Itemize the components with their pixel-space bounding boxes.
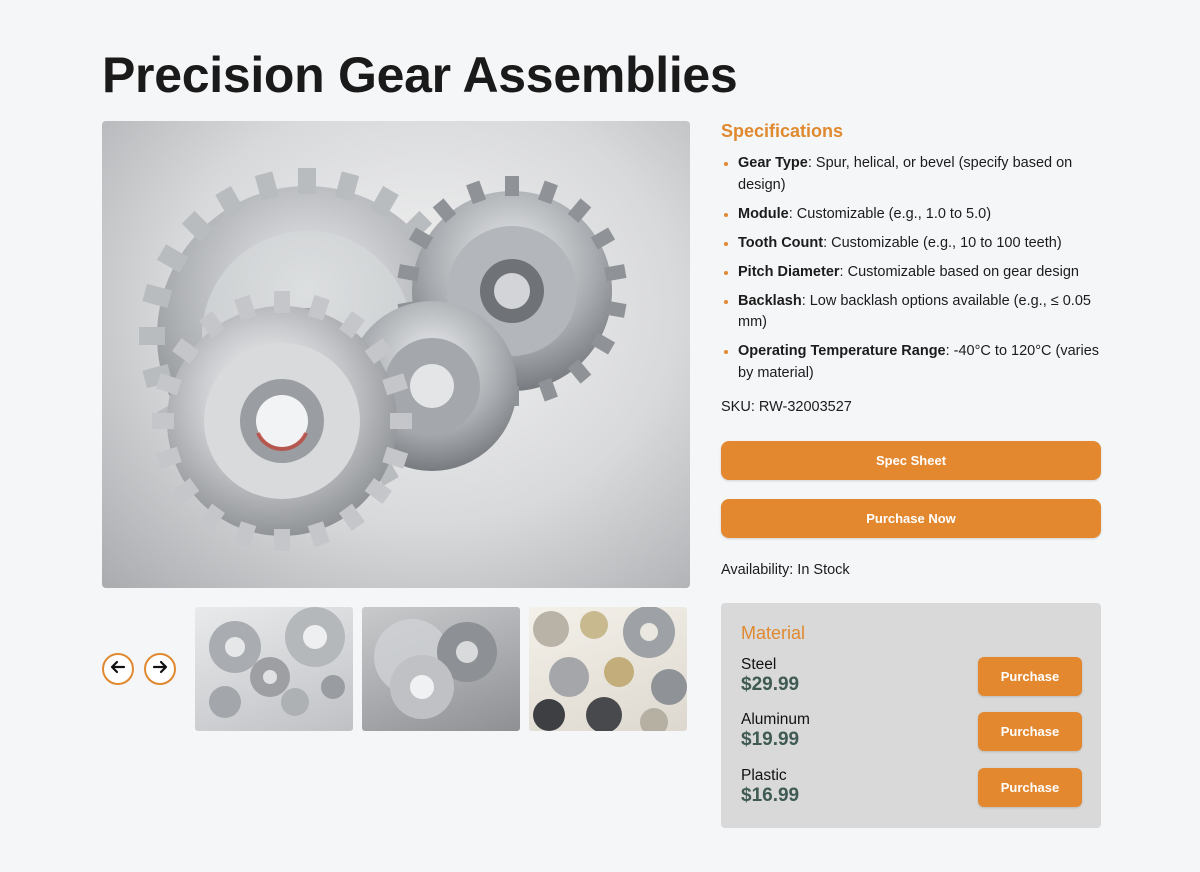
- material-name: Steel: [741, 656, 777, 673]
- material-option-plastic: Plastic $16.99 Purchase: [741, 767, 1082, 812]
- spec-sheet-button[interactable]: Spec Sheet: [721, 441, 1101, 480]
- arrow-left-icon: [109, 658, 127, 681]
- material-name: Plastic: [741, 767, 787, 784]
- thumbnail-1[interactable]: [195, 607, 353, 731]
- material-panel: Material Steel $29.99 Purchase Aluminum …: [721, 603, 1101, 828]
- material-price: $19.99: [741, 729, 800, 750]
- material-option-aluminum: Aluminum $19.99 Purchase: [741, 711, 1082, 756]
- material-option-steel: Steel $29.99 Purchase: [741, 656, 1082, 701]
- purchase-now-button[interactable]: Purchase Now: [721, 499, 1101, 538]
- spec-item-operating-temperature: Operating Temperature Range: -40°C to 12…: [721, 341, 1106, 384]
- spec-item-gear-type: Gear Type: Spur, helical, or bevel (spec…: [721, 153, 1106, 196]
- spec-item-tooth-count: Tooth Count: Customizable (e.g., 10 to 1…: [721, 233, 1106, 255]
- purchase-steel-button[interactable]: Purchase: [978, 657, 1082, 696]
- sku-text: SKU: RW-32003527: [721, 399, 852, 415]
- thumbnail-3[interactable]: [529, 607, 687, 731]
- arrow-right-icon: [151, 658, 169, 681]
- main-product-image: [102, 121, 690, 588]
- purchase-aluminum-button[interactable]: Purchase: [978, 712, 1082, 751]
- specifications-heading: Specifications: [721, 121, 844, 141]
- purchase-plastic-button[interactable]: Purchase: [978, 768, 1082, 807]
- material-price: $29.99: [741, 674, 800, 695]
- spec-item-backlash: Backlash: Low backlash options available…: [721, 291, 1106, 334]
- thumbnail-2[interactable]: [362, 607, 520, 731]
- spec-item-pitch-diameter: Pitch Diameter: Customizable based on ge…: [721, 262, 1106, 284]
- specifications-list: Gear Type: Spur, helical, or bevel (spec…: [721, 153, 1106, 392]
- carousel-prev-button[interactable]: [102, 653, 134, 685]
- spec-item-module: Module: Customizable (e.g., 1.0 to 5.0): [721, 204, 1106, 226]
- material-price: $16.99: [741, 785, 800, 806]
- material-heading: Material: [741, 623, 806, 643]
- carousel-next-button[interactable]: [144, 653, 176, 685]
- material-name: Aluminum: [741, 711, 810, 728]
- page-title: Precision Gear Assemblies: [102, 47, 738, 103]
- availability-status: Availability: In Stock: [721, 562, 850, 578]
